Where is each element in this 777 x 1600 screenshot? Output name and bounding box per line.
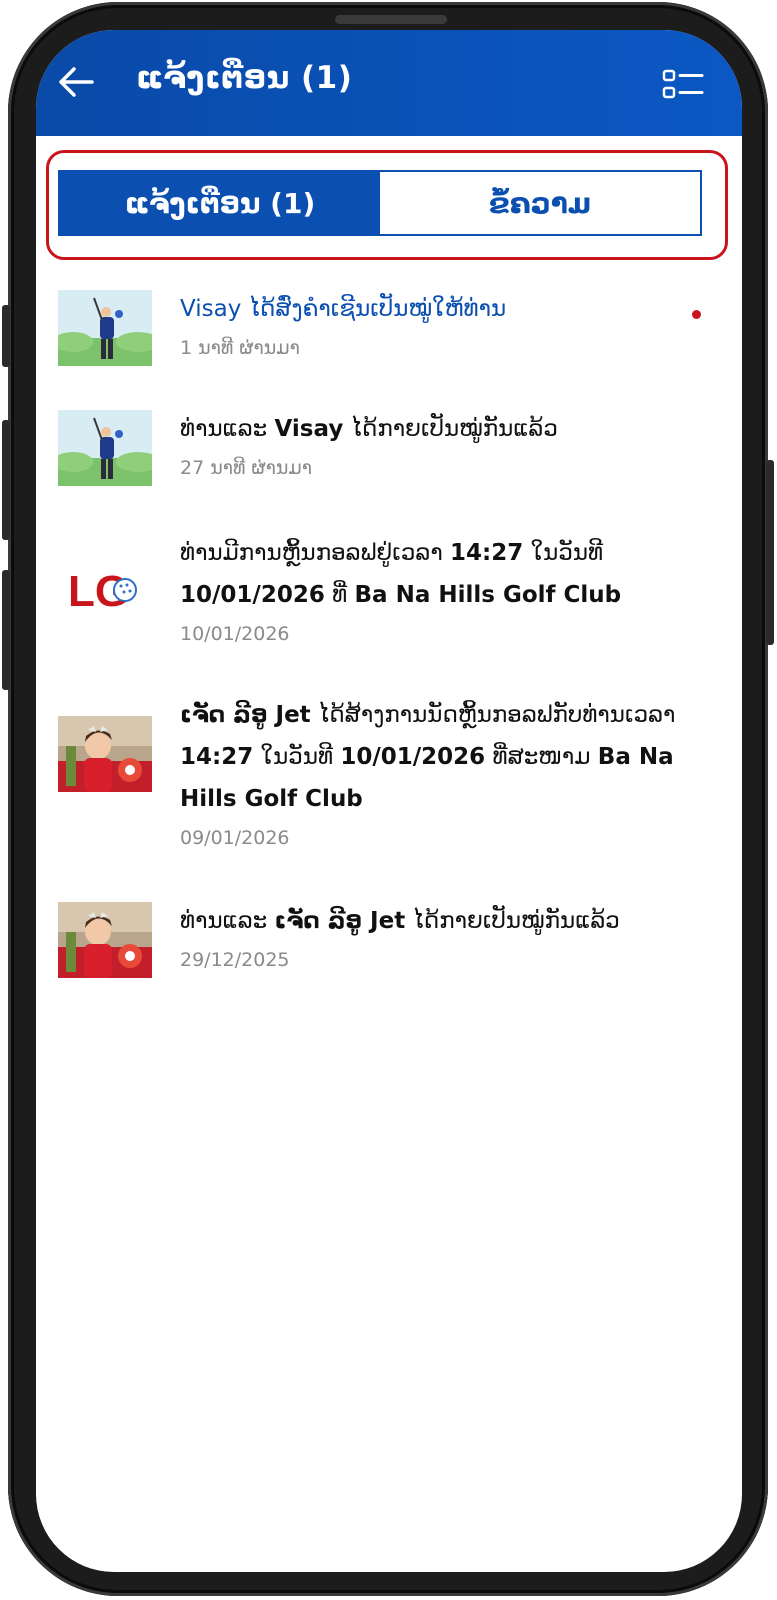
child-photo-avatar-icon (58, 716, 152, 792)
notification-text: ທີ່ (324, 582, 355, 608)
notification-item[interactable]: ເຈັດ ລີອູ Jet ໄດ້ສ້າງການນັດຫຼິ້ນກອລຟກັບທ… (36, 692, 742, 872)
notification-text: ທ່ານແລະ (180, 416, 275, 442)
notification-actor: Visay (180, 296, 242, 322)
notification-content: ເຈັດ ລີອູ Jet ໄດ້ສ້າງການນັດຫຼິ້ນກອລຟກັບທ… (180, 694, 700, 856)
notification-date-value: 10/01/2026 (340, 744, 486, 770)
tab-messages[interactable]: ຂໍ້ຄວາມ (380, 172, 700, 234)
notification-text: ທ່ານແລະ (180, 908, 275, 934)
notification-place: Ba Na Hills Golf Club (354, 582, 622, 608)
golfer-avatar-icon (58, 410, 152, 486)
notification-actor: Visay (274, 416, 344, 442)
back-button[interactable] (56, 64, 96, 100)
notification-time: 1 ນາທີ ຜ່ານມາ (180, 337, 300, 359)
notification-message: ທ່ານແລະ Visay ໄດ້ກາຍເປັນໝູ່ກັນແລ້ວ (180, 408, 700, 450)
notification-text: ໄດ້ສ້າງການນັດຫຼິ້ນກອລຟກັບທ່ານເວລາ (310, 702, 676, 728)
notification-time-value: 14:27 (180, 744, 254, 770)
notification-text: ທີ່ສະໜາມ (485, 744, 598, 770)
avatar (58, 410, 152, 486)
notification-content: ທ່ານແລະ ເຈັດ ລີອູ Jet ໄດ້ກາຍເປັນໝູ່ກັນແລ… (180, 900, 700, 978)
list-menu-icon (662, 69, 704, 99)
golfer-avatar-icon (58, 290, 152, 366)
notification-time: 29/12/2025 (180, 949, 290, 971)
notification-actor: ເຈັດ ລີອູ Jet (274, 908, 406, 934)
phone-side-button (2, 420, 10, 540)
avatar (58, 902, 152, 978)
notification-message: ທ່ານມີການຫຼິ້ນກອລຟຢູ່ເວລາ 14:27 ໃນວັນທີ … (180, 532, 700, 616)
lg-golf-logo-icon: LG (68, 567, 137, 616)
notification-text: ໃນວັນທີ (253, 744, 341, 770)
app-header: ແຈ້ງເຕືອນ (1) (36, 30, 742, 136)
notification-text: ໄດ້ສົ່ງຄຳເຊີນເປັນໝູ່ໃຫ້ທ່ານ (241, 296, 507, 322)
notification-content: ທ່ານແລະ Visay ໄດ້ກາຍເປັນໝູ່ກັນແລ້ວ 27 ນາ… (180, 408, 700, 486)
page-title: ແຈ້ງເຕືອນ (1) (136, 60, 353, 96)
notification-text: ໃນວັນທີ (523, 540, 604, 566)
notification-text: ໄດ້ກາຍເປັນໝູ່ກັນແລ້ວ (343, 416, 558, 442)
notification-time: 10/01/2026 (180, 623, 290, 645)
notification-message: ທ່ານແລະ ເຈັດ ລີອູ Jet ໄດ້ກາຍເປັນໝູ່ກັນແລ… (180, 900, 700, 942)
phone-side-button (766, 460, 774, 645)
unread-indicator (692, 310, 701, 319)
notification-content: Visay ໄດ້ສົ່ງຄຳເຊີນເປັນໝູ່ໃຫ້ທ່ານ 1 ນາທີ… (180, 288, 700, 366)
notification-item[interactable]: Visay ໄດ້ສົ່ງຄຳເຊີນເປັນໝູ່ໃຫ້ທ່ານ 1 ນາທີ… (36, 286, 742, 386)
list-menu-button[interactable] (662, 68, 704, 100)
arrow-left-icon (59, 67, 94, 97)
notification-message: ເຈັດ ລີອູ Jet ໄດ້ສ້າງການນັດຫຼິ້ນກອລຟກັບທ… (180, 694, 700, 820)
phone-speaker (335, 15, 447, 24)
notification-text: ໄດ້ກາຍເປັນໝູ່ກັນແລ້ວ (405, 908, 620, 934)
notification-actor: ເຈັດ ລີອູ Jet (180, 702, 311, 728)
notification-message: Visay ໄດ້ສົ່ງຄຳເຊີນເປັນໝູ່ໃຫ້ທ່ານ (180, 288, 700, 330)
tab-notifications[interactable]: ແຈ້ງເຕືອນ (1) (60, 172, 380, 234)
notification-time: 27 ນາທີ ຜ່ານມາ (180, 457, 312, 479)
notification-item[interactable]: ທ່ານແລະ Visay ໄດ້ກາຍເປັນໝູ່ກັນແລ້ວ 27 ນາ… (36, 406, 742, 506)
notification-text: ທ່ານມີການຫຼິ້ນກອລຟຢູ່ເວລາ (180, 540, 451, 566)
notification-date-value: 10/01/2026 (180, 582, 325, 608)
child-photo-avatar-icon (58, 902, 152, 978)
avatar (58, 716, 152, 792)
notification-time: 09/01/2026 (180, 827, 290, 849)
tab-bar: ແຈ້ງເຕືອນ (1) ຂໍ້ຄວາມ (58, 170, 702, 236)
notification-item[interactable]: LG ທ່ານມີການຫຼິ້ນກອລຟຢູ່ເວລາ 14:27 ໃນວັນ… (36, 530, 742, 670)
phone-side-button (2, 305, 10, 367)
phone-side-button (2, 570, 10, 690)
avatar: LG (58, 550, 152, 626)
notification-content: ທ່ານມີການຫຼິ້ນກອລຟຢູ່ເວລາ 14:27 ໃນວັນທີ … (180, 532, 700, 652)
notification-item[interactable]: ທ່ານແລະ ເຈັດ ລີອູ Jet ໄດ້ກາຍເປັນໝູ່ກັນແລ… (36, 898, 742, 998)
avatar (58, 290, 152, 366)
notification-time-value: 14:27 (450, 540, 524, 566)
app-screen: ແຈ້ງເຕືອນ (1) ແຈ້ງເຕືອນ (1) ຂໍ້ຄວາມ Visa… (36, 30, 742, 1572)
